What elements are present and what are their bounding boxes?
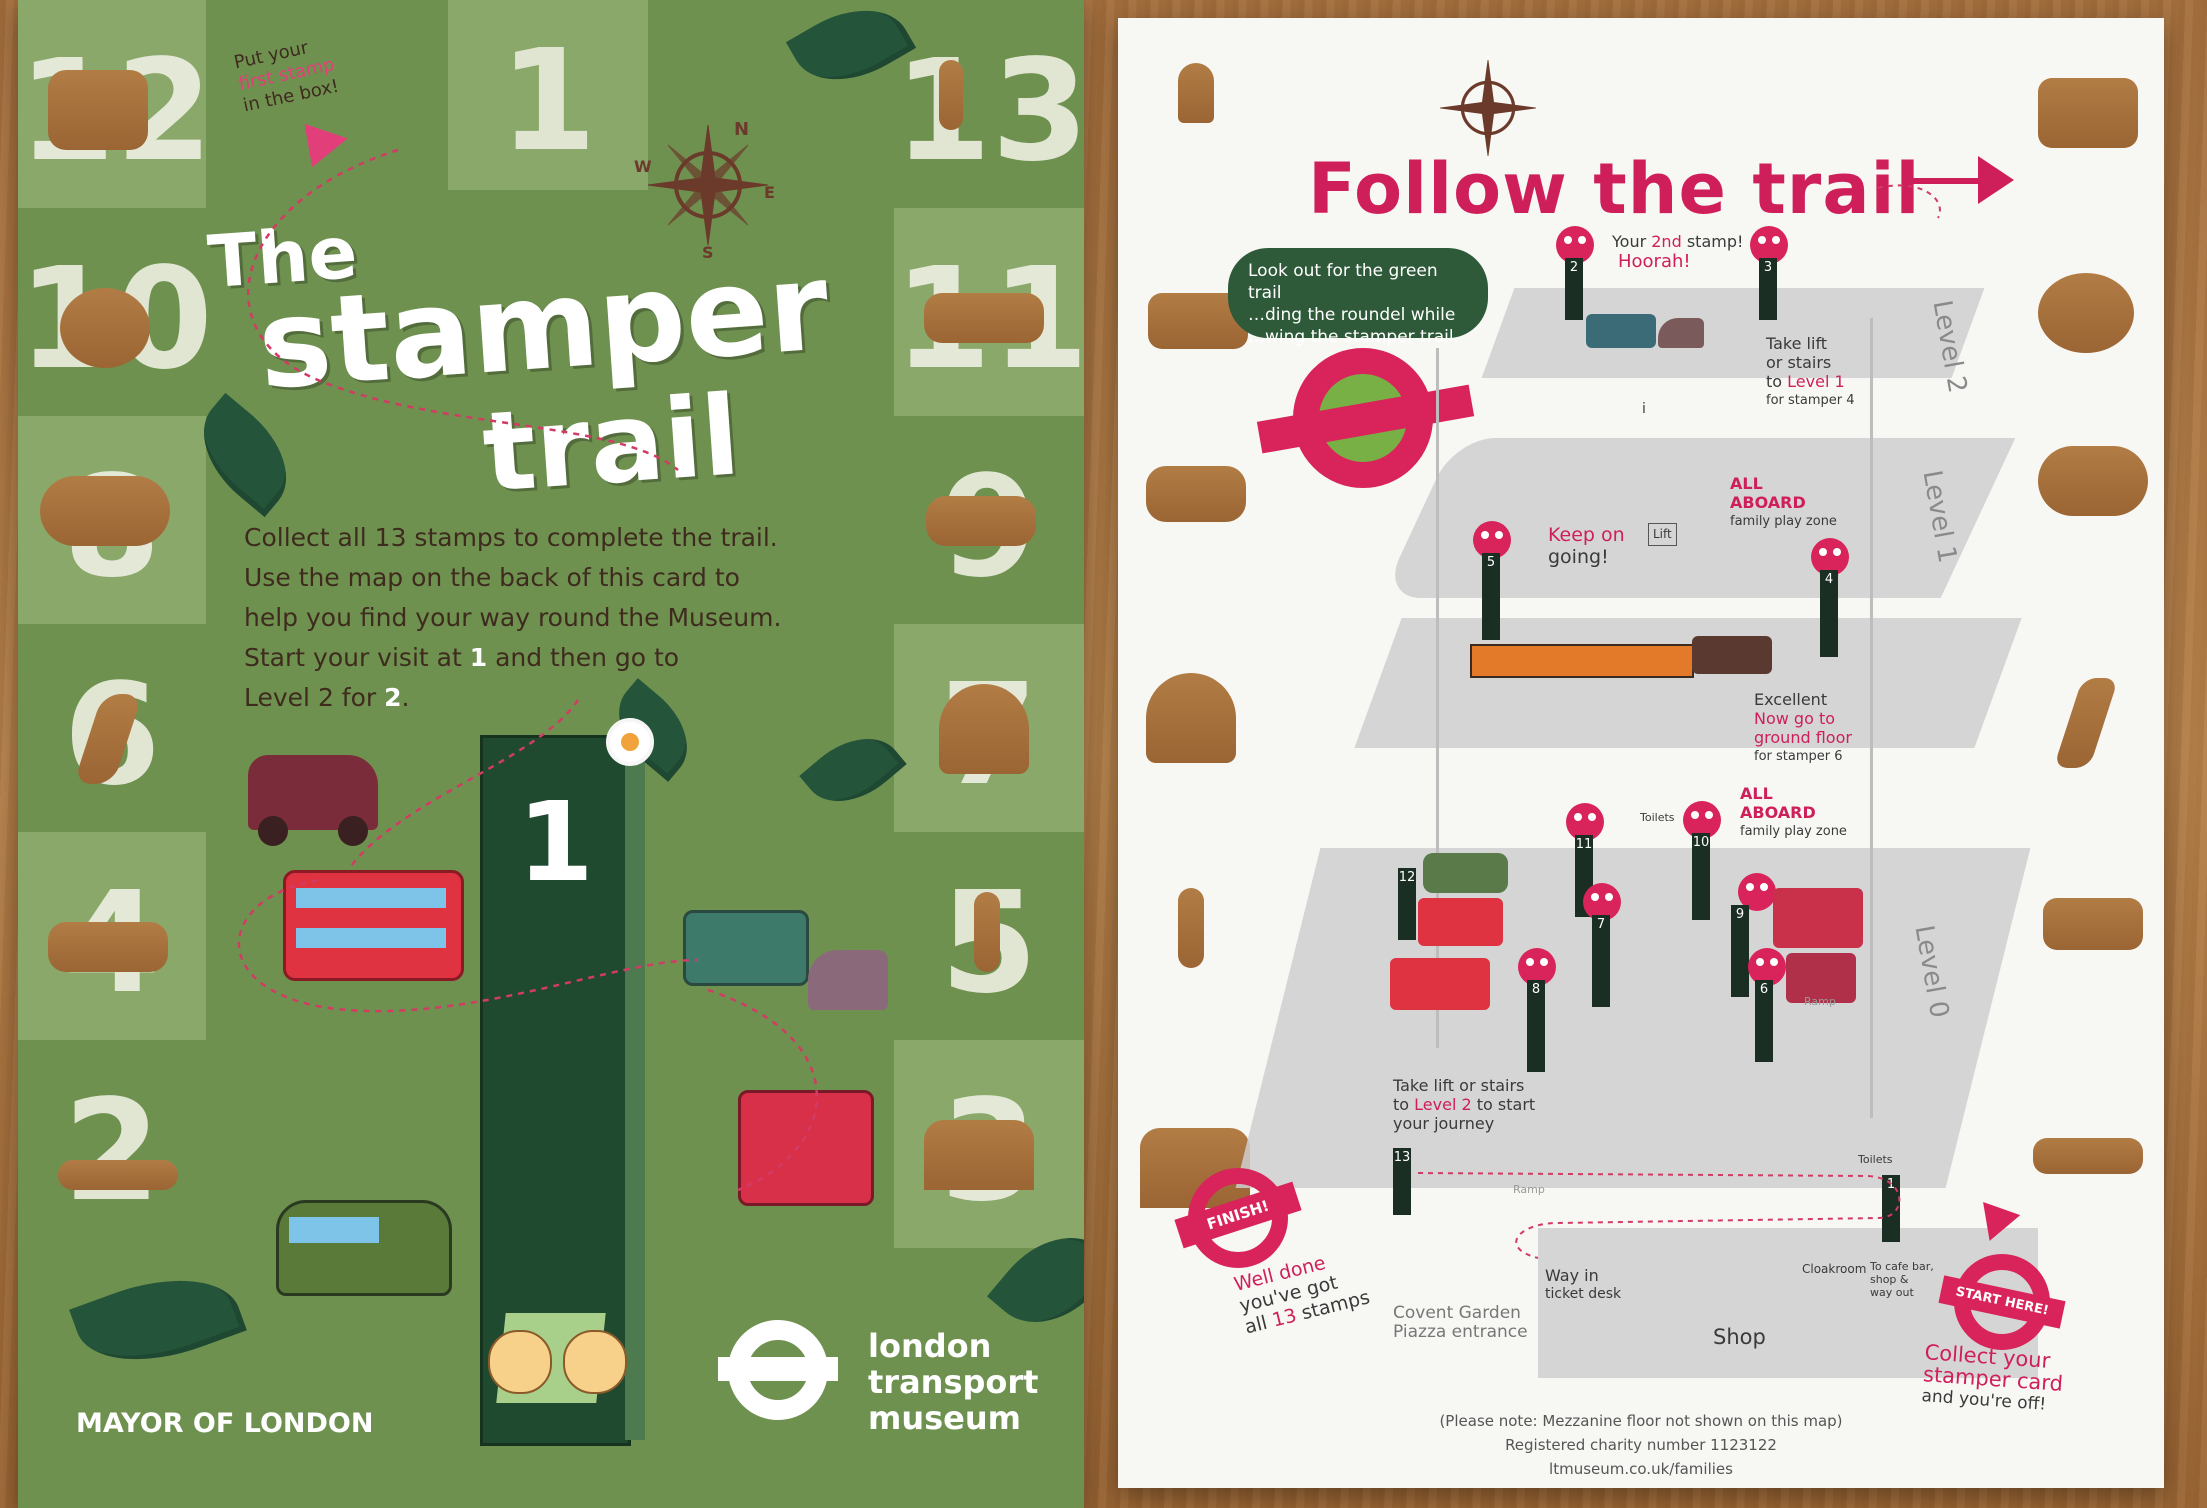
dotted-trail-path [237, 148, 818, 1192]
roundel-bar [718, 1357, 838, 1381]
stamper-card-front: 12 10 8 6 4 2 1 13 [18, 0, 1084, 1508]
mezzanine-note: (Please note: Mezzanine floor not shown … [1439, 1412, 1843, 1430]
charity-number: Registered charity number 1123122 [1505, 1436, 1777, 1454]
mayor-of-london-logo: MAYOR OF LONDON [76, 1408, 374, 1439]
brand-line: museum [868, 1399, 1021, 1437]
brand-name: london transport museum [868, 1328, 1038, 1436]
website-url: ltmuseum.co.uk/families [1549, 1460, 1733, 1478]
brand-line: transport [868, 1363, 1039, 1401]
brand-line: london [868, 1327, 992, 1365]
trail-path [1417, 184, 1941, 1259]
stamper-card-back: Follow the trail Look out for the green … [1118, 18, 2164, 1488]
